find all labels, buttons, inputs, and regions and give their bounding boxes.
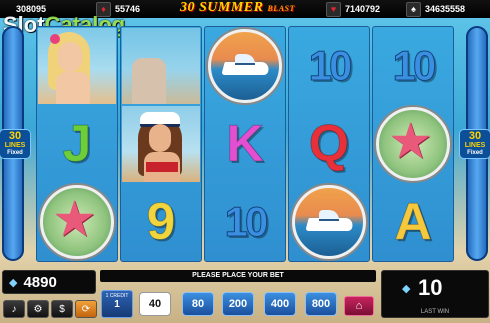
lines-badge-left: 30 LINES Fixed xyxy=(0,130,30,158)
diamond-icon: ◆ xyxy=(402,283,411,295)
jackpot-value: 7140792 xyxy=(345,4,381,14)
reel-3: K 10 xyxy=(204,26,286,262)
symbol-letter-q: Q xyxy=(290,106,368,182)
spade-icon: ♠ xyxy=(406,1,421,17)
captain-portrait-image xyxy=(122,106,200,182)
symbol-ten: 10 xyxy=(206,184,284,260)
letter-k: K xyxy=(226,115,265,173)
symbol-letter-a: A xyxy=(374,184,452,260)
number-ten: 10 xyxy=(224,198,269,246)
paytable-button[interactable]: $ xyxy=(51,300,73,318)
symbol-blonde-partial xyxy=(122,28,200,104)
game-title: 30 SUMMER BLAST xyxy=(180,0,295,16)
boat-icon xyxy=(208,29,282,103)
bet-button-400[interactable]: 400 xyxy=(264,292,296,316)
symbol-letter-k: K xyxy=(206,106,284,182)
symbol-ten: 10 xyxy=(290,28,368,104)
letter-q: Q xyxy=(308,115,350,173)
jackpot-value: 34635558 xyxy=(425,4,466,14)
credit-value-selector[interactable]: 1 CREDIT 1 xyxy=(101,290,133,318)
blonde-partial-image xyxy=(122,28,200,104)
status-message: PLEASE PLACE YOUR BET xyxy=(100,270,376,282)
starfish-icon: ★ xyxy=(376,107,450,181)
settings-button[interactable]: ⚙ xyxy=(27,300,49,318)
sound-button[interactable]: ♪ xyxy=(3,300,25,318)
gear-icon: ⚙ xyxy=(33,303,43,315)
lines-label: LINES xyxy=(464,142,486,149)
credit-value: 1 xyxy=(114,299,120,310)
bet-button-200[interactable]: 200 xyxy=(222,292,254,316)
number-nine: 9 xyxy=(146,193,176,251)
autoplay-button[interactable]: ⟳ xyxy=(75,300,97,318)
symbol-boat xyxy=(290,184,368,260)
dollar-icon: $ xyxy=(59,303,65,315)
bet-button-80[interactable]: 80 xyxy=(182,292,214,316)
lines-label: LINES xyxy=(4,142,26,149)
game-title-suffix: BLAST xyxy=(267,4,295,13)
diamond-icon: ◆ xyxy=(9,276,18,289)
symbol-boat xyxy=(206,28,284,104)
number-ten: 10 xyxy=(392,42,437,90)
symbol-starfish: ★ xyxy=(38,184,116,260)
refresh-icon: ⟳ xyxy=(81,303,91,315)
balance-display: ◆ 4890 xyxy=(2,270,96,294)
lines-count: 30 xyxy=(468,130,482,142)
heart-icon: ♥ xyxy=(326,1,341,17)
game-title-main: 30 SUMMER xyxy=(180,0,264,15)
reel-4: 10 Q xyxy=(288,26,370,262)
bet-button-800[interactable]: 800 xyxy=(305,292,337,316)
symbol-nine: 9 xyxy=(122,184,200,260)
slot-game-screen: 308095 ♦ 55746 30 SUMMER BLAST ♥ 7140792… xyxy=(0,0,490,323)
starfish-icon: ★ xyxy=(40,185,114,259)
speaker-icon: ♪ xyxy=(11,303,17,315)
letter-a: A xyxy=(394,193,433,251)
last-win-display: ◆ 10 LAST WIN xyxy=(381,270,489,318)
lines-count: 30 xyxy=(8,130,22,142)
last-win-label: LAST WIN xyxy=(420,309,450,315)
lines-fixed: Fixed xyxy=(7,150,23,156)
reel-2: 9 xyxy=(120,26,202,262)
letter-j: J xyxy=(62,115,92,173)
balance-value: 4890 xyxy=(23,273,57,291)
jackpot-hearts-2: ♥ 7140792 xyxy=(326,1,380,17)
last-win-value: 10 xyxy=(418,275,443,300)
home-icon: ⌂ xyxy=(355,300,363,312)
home-button[interactable]: ⌂ xyxy=(344,296,374,316)
symbol-starfish: ★ xyxy=(374,106,452,182)
boat-icon xyxy=(292,185,366,259)
number-ten: 10 xyxy=(308,42,353,90)
symbol-captain-portrait xyxy=(122,106,200,182)
lines-badge-right: 30 LINES Fixed xyxy=(460,130,490,158)
blonde-portrait-image xyxy=(38,28,116,104)
symbol-blonde-portrait xyxy=(38,28,116,104)
reel-5: 10 ★ A xyxy=(372,26,454,262)
lines-fixed: Fixed xyxy=(467,150,483,156)
bet-button-40[interactable]: 40 xyxy=(139,292,171,316)
symbol-ten: 10 xyxy=(374,28,452,104)
symbol-letter-j: J xyxy=(38,106,116,182)
reel-1: J ★ xyxy=(36,26,118,262)
jackpot-spades: ♠ 34635558 xyxy=(406,1,465,17)
